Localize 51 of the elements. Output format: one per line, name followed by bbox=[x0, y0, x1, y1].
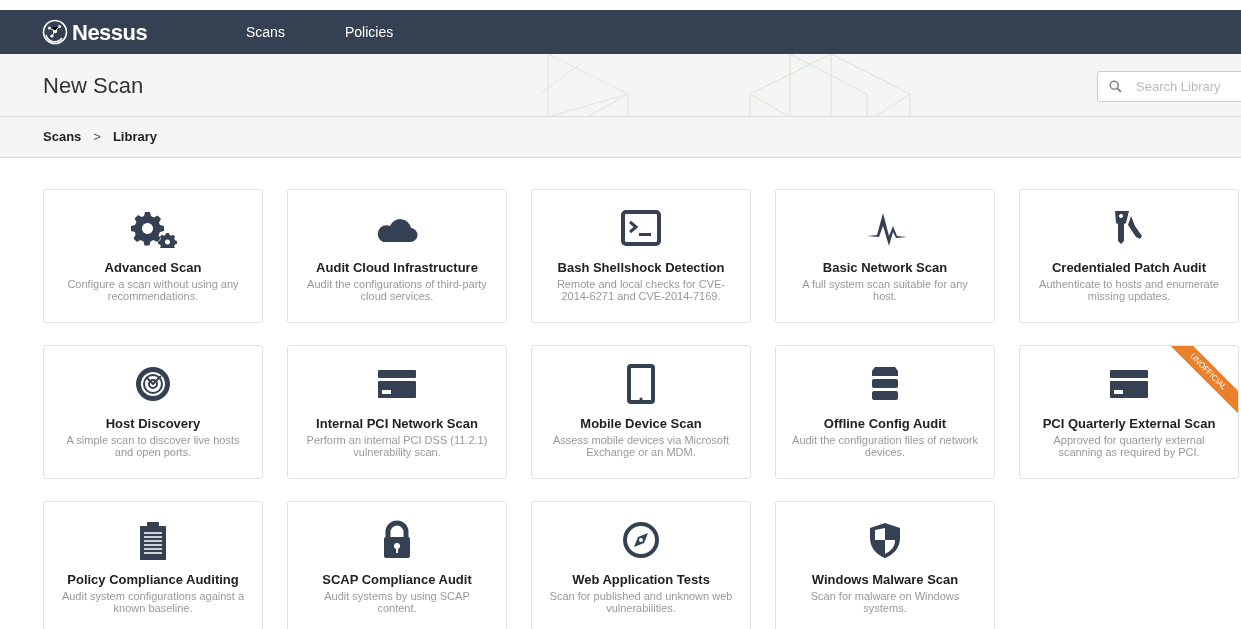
template-description: Audit the configuration files of network devices. bbox=[791, 433, 979, 458]
search-field[interactable]: Search Library bbox=[1097, 71, 1241, 102]
template-title: Credentialed Patch Audit bbox=[1050, 260, 1208, 276]
template-description: Approved for quarterly external scanning as required by PCI. bbox=[1052, 433, 1206, 458]
template-title: Windows Malware Scan bbox=[810, 572, 960, 588]
nav-link[interactable]: Scans bbox=[242, 19, 289, 45]
scan-template-card[interactable]: Audit Cloud Infrastructure Audit the configurations of third-party cloud services. bbox=[287, 189, 507, 323]
scan-template-card[interactable]: Windows Malware Scan Scan for malware on Windows systems. bbox=[775, 501, 995, 629]
template-title: Internal PCI Network Scan bbox=[315, 416, 479, 432]
template-title: Mobile Device Scan bbox=[579, 416, 703, 432]
scan-template-card[interactable]: Advanced Scan Configure a scan without using any recommendations. bbox=[43, 189, 263, 323]
search-icon bbox=[1109, 80, 1122, 93]
brand-name: Nessus bbox=[72, 18, 148, 47]
breadcrumb-link[interactable]: Scans bbox=[43, 127, 82, 147]
template-title: Policy Compliance Auditing bbox=[66, 572, 240, 588]
scan-template-card[interactable]: Policy Compliance Auditing Audit system configurations against a known baseline. bbox=[43, 501, 263, 629]
template-description: Scan for malware on Windows systems. bbox=[809, 589, 961, 614]
scan-template-card[interactable]: Web Application Tests Scan for published and unknown web vulnerabilities. bbox=[531, 501, 751, 629]
page-title: New Scan bbox=[43, 71, 144, 100]
template-title: Audit Cloud Infrastructure bbox=[315, 260, 479, 276]
scan-template-card[interactable]: Mobile Device Scan Assess mobile devices via Microsoft Exchange or an MDM. bbox=[531, 345, 751, 479]
template-title: Basic Network Scan bbox=[821, 260, 949, 276]
template-description: Audit systems by using SCAP content. bbox=[323, 589, 471, 614]
scan-template-card[interactable]: SCAP Compliance Audit Audit systems by using SCAP content. bbox=[287, 501, 507, 629]
template-description: A simple scan to discover live hosts and open ports. bbox=[65, 433, 241, 458]
template-description: A full system scan suitable for any host. bbox=[801, 277, 969, 302]
scan-template-card[interactable]: Bash Shellshock Detection Remote and local checks for CVE-2014-6271 and CVE-2014-7169. bbox=[531, 189, 751, 323]
template-description: Authenticate to hosts and enumerate missing updates. bbox=[1038, 277, 1220, 302]
template-title: Host Discovery bbox=[104, 416, 202, 432]
template-title: Offline Config Audit bbox=[822, 416, 948, 432]
scan-template-card[interactable]: Offline Config Audit Audit the configuration files of network devices. bbox=[775, 345, 995, 479]
template-title: SCAP Compliance Audit bbox=[321, 572, 473, 588]
template-description: Assess mobile devices via Microsoft Exchange or an MDM. bbox=[551, 433, 731, 458]
scan-template-card[interactable]: Internal PCI Network Scan Perform an internal PCI DSS (11.2.1) vulnerability scan. bbox=[287, 345, 507, 479]
scan-template-card[interactable]: Basic Network Scan A full system scan suitable for any host. bbox=[775, 189, 995, 323]
scan-template-card[interactable]: Credentialed Patch Audit Authenticate to hosts and enumerate missing updates. bbox=[1019, 189, 1239, 323]
scan-template-card[interactable]: Host Discovery A simple scan to discover live hosts and open ports. bbox=[43, 345, 263, 479]
template-description: Configure a scan without using any recommendations. bbox=[66, 277, 240, 302]
nav-link[interactable]: Policies bbox=[340, 19, 398, 45]
logo-icon bbox=[42, 19, 68, 45]
template-title: Bash Shellshock Detection bbox=[556, 260, 726, 276]
template-title: PCI Quarterly External Scan bbox=[1041, 416, 1217, 432]
template-description: Remote and local checks for CVE-2014-6271 and CVE-2014-7169. bbox=[555, 277, 727, 302]
template-description: Audit system configurations against a known baseline. bbox=[60, 589, 246, 614]
breadcrumb-separator: > bbox=[93, 128, 101, 147]
breadcrumb-link[interactable]: Library bbox=[112, 127, 157, 147]
template-title: Advanced Scan bbox=[103, 260, 203, 276]
template-title: Web Application Tests bbox=[571, 572, 711, 588]
template-description: Scan for published and unknown web vulnerabilities. bbox=[548, 589, 734, 614]
template-description: Audit the configurations of third-party cloud services. bbox=[306, 277, 488, 302]
template-description: Perform an internal PCI DSS (11.2.1) vulnerability scan. bbox=[305, 433, 489, 458]
